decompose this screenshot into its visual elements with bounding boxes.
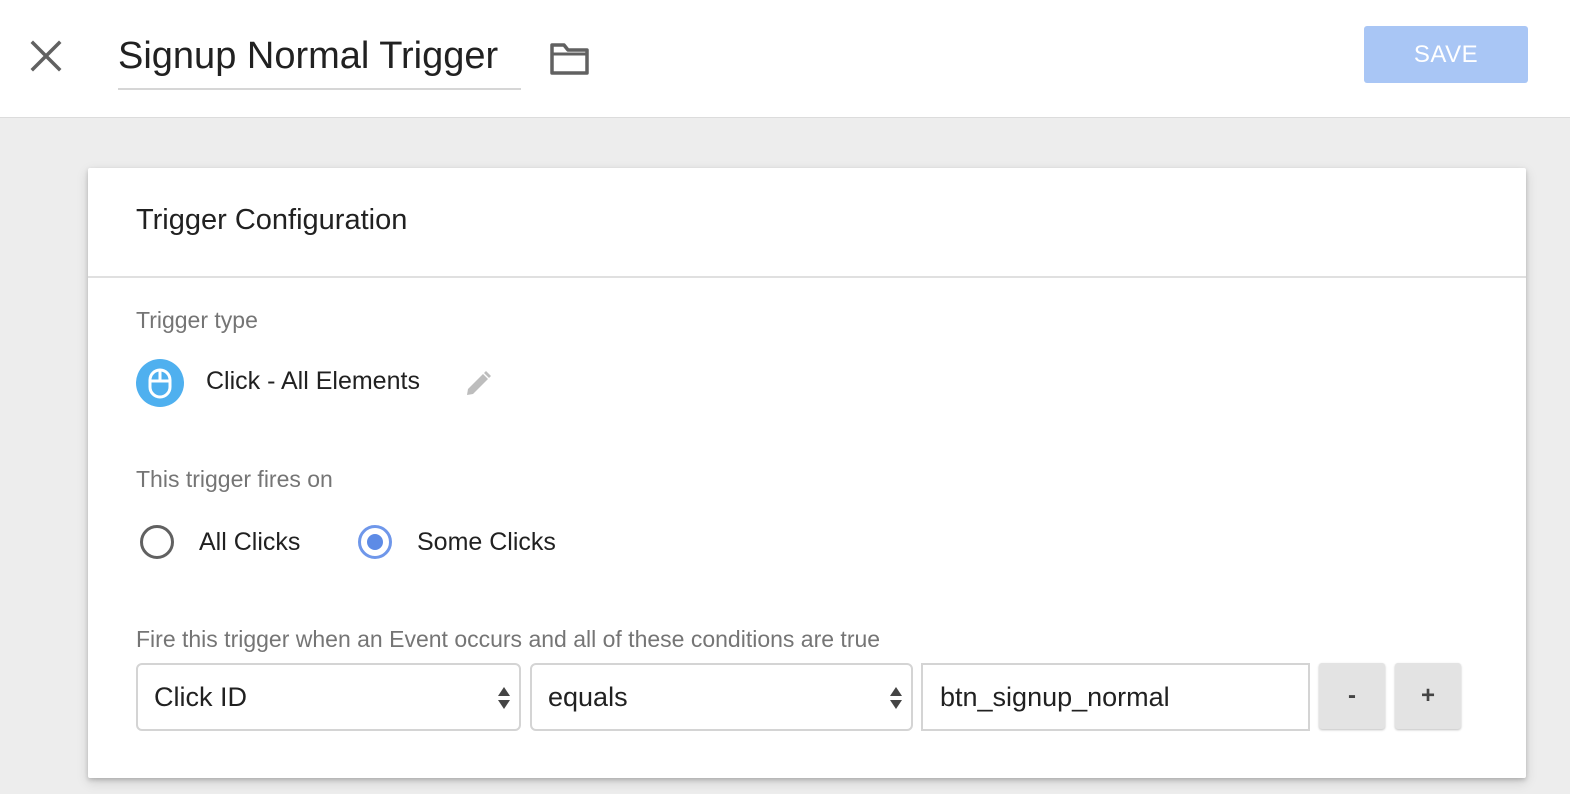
fires-on-label: This trigger fires on [136, 466, 333, 492]
variable-select-value: Click ID [154, 681, 247, 712]
save-button[interactable]: SAVE [1364, 26, 1528, 83]
page-title[interactable]: Signup Normal Trigger [118, 30, 521, 82]
radio-button[interactable] [140, 525, 174, 559]
condition-value-input[interactable]: btn_signup_normal [921, 663, 1310, 731]
card-title: Trigger Configuration [136, 204, 408, 236]
select-arrows-icon [498, 687, 510, 709]
select-arrows-icon [890, 687, 902, 709]
top-bar: Signup Normal Trigger SAVE [0, 0, 1570, 118]
variable-select[interactable]: Click ID [136, 663, 521, 731]
trigger-type-label: Trigger type [136, 307, 258, 333]
radio-some-clicks[interactable]: Some Clicks [358, 525, 556, 559]
radio-all-clicks[interactable]: All Clicks [140, 525, 300, 559]
operator-select-value: equals [548, 681, 628, 712]
trigger-configuration-card: Trigger Configuration Trigger type Click… [88, 168, 1526, 778]
conditions-label: Fire this trigger when an Event occurs a… [136, 626, 881, 652]
trigger-type-name: Click - All Elements [206, 367, 420, 395]
pencil-icon[interactable] [462, 368, 494, 400]
card-header: Trigger Configuration [88, 168, 1526, 278]
operator-select[interactable]: equals [530, 663, 913, 731]
radio-button-selected[interactable] [358, 525, 392, 559]
close-icon[interactable] [26, 36, 66, 76]
folder-icon[interactable] [548, 40, 592, 78]
mouse-icon [136, 359, 184, 407]
radio-label: Some Clicks [417, 527, 556, 556]
add-condition-button[interactable]: + [1395, 663, 1461, 729]
remove-condition-button[interactable]: - [1319, 663, 1385, 729]
trigger-name-field[interactable]: Signup Normal Trigger [118, 30, 521, 90]
radio-label: All Clicks [199, 527, 301, 556]
